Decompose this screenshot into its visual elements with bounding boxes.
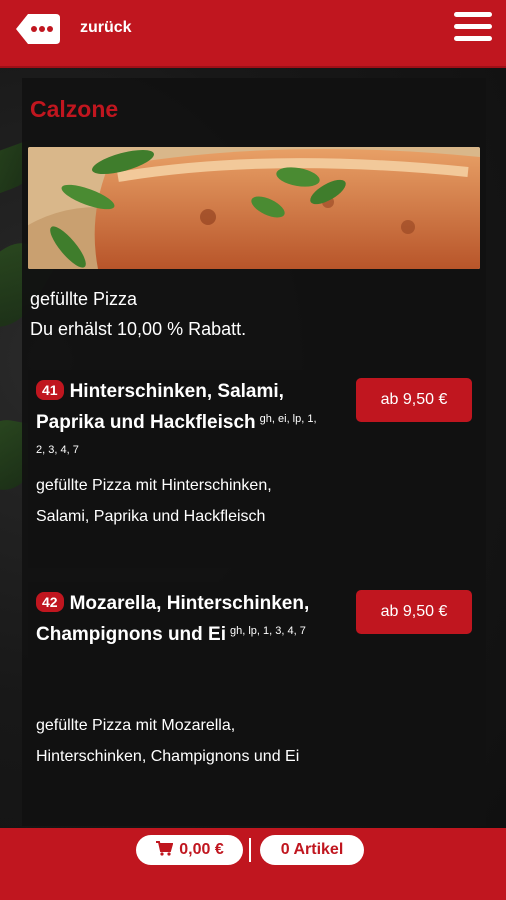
- category-description: gefüllte Pizza Du erhälst 10,00 % Rabatt…: [30, 284, 246, 344]
- cart-total-value: 0,00 €: [179, 841, 224, 858]
- discount-note: Du erhälst 10,00 % Rabatt.: [30, 319, 247, 339]
- category-panel: Calzone gefüllte Pizza Du erhälst 10,00 …: [22, 78, 486, 826]
- category-subtitle: gefüllte Pizza: [30, 289, 138, 309]
- item-description: gefüllte Pizza mit Mozarella, Hinterschi…: [36, 717, 300, 765]
- item-title: 41 Hinterschinken, Salami, Paprika und Ha…: [36, 376, 326, 469]
- category-title: Calzone: [30, 96, 119, 122]
- item-title: 42 Mozarella, Hinterschinken, Champignons…: [36, 588, 326, 650]
- cart-total-button[interactable]: 0,00 €: [136, 835, 243, 865]
- menu-button[interactable]: [454, 12, 492, 46]
- calzone-photo: [28, 147, 480, 269]
- item-number-badge: 42: [36, 592, 64, 612]
- menu-item[interactable]: 41 Hinterschinken, Salami, Paprika und Ha…: [28, 370, 480, 568]
- footer-divider: [249, 838, 251, 862]
- cart-footer: 0,00 € 0 Artikel: [0, 828, 506, 900]
- app-header: zurück: [0, 0, 506, 68]
- cart-count-button[interactable]: 0 Artikel: [260, 835, 364, 865]
- dots-back-icon: [16, 14, 60, 44]
- item-description: gefüllte Pizza mit Hinterschinken, Salam…: [36, 477, 272, 525]
- hamburger-menu-icon: [454, 12, 492, 17]
- item-allergens: gh, lp, 1, 3, 4, 7: [230, 625, 306, 637]
- back-button[interactable]: [14, 12, 62, 46]
- item-name: Mozarella, Hinterschinken, Champignons u…: [36, 593, 310, 645]
- back-label[interactable]: zurück: [80, 19, 132, 37]
- price-button[interactable]: ab 9,50 €: [356, 590, 472, 634]
- item-name: Hinterschinken, Salami, Paprika und Hack…: [36, 381, 284, 433]
- calzone-image: [28, 147, 480, 269]
- menu-item[interactable]: 42 Mozarella, Hinterschinken, Champignons…: [28, 582, 480, 818]
- shopping-cart-icon: [156, 841, 174, 856]
- price-button[interactable]: ab 9,50 €: [356, 378, 472, 422]
- item-number-badge: 41: [36, 380, 64, 400]
